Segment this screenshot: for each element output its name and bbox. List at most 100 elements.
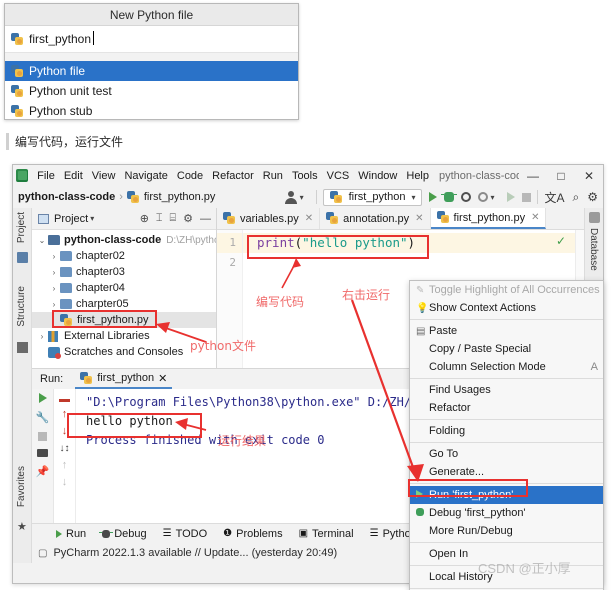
tab-annotation-py[interactable]: annotation.py ✕ (320, 208, 431, 229)
tab-first-python-py[interactable]: first_python.py ✕ (430, 208, 547, 229)
menu-item-code[interactable]: Code (177, 170, 203, 182)
close-icon[interactable]: ✕ (415, 213, 423, 224)
tree-row-charpter05[interactable]: › charpter05 (32, 296, 216, 312)
menu-item-run[interactable]: Run (263, 170, 283, 182)
status-tool-terminal[interactable]: ▣ Terminal (299, 528, 354, 540)
up-arrow-icon[interactable]: ↑ (62, 409, 68, 420)
run-tab-first-python[interactable]: first_python ✕ (75, 369, 173, 389)
chevron-right-icon[interactable]: › (48, 284, 60, 293)
chevron-down-icon[interactable]: ▾ (90, 214, 94, 223)
code-line-2[interactable] (243, 253, 584, 273)
run-config-label: first_python (348, 191, 406, 203)
scroll-end-icon[interactable]: ↓↕ (60, 444, 70, 454)
breadcrumb-file[interactable]: first_python.py (144, 191, 216, 203)
minimize-button[interactable]: — (519, 169, 547, 183)
menu-item-column-selection-mode[interactable]: Column Selection Mode A (410, 358, 603, 376)
menu-item-window[interactable]: Window (358, 170, 397, 182)
close-icon[interactable]: ✕ (531, 212, 539, 223)
status-tool-problems[interactable]: ❶ Problems (223, 528, 282, 540)
menu-item-show-context-actions[interactable]: 💡 Show Context Actions (410, 299, 603, 317)
close-icon[interactable]: ✕ (305, 213, 313, 224)
chevron-right-icon[interactable]: › (48, 268, 60, 277)
profile-button[interactable] (478, 192, 489, 202)
run-with-coverage-button[interactable] (461, 192, 472, 202)
new-file-type-python-stub[interactable]: Python stub (5, 101, 298, 121)
menu-item-run-first-python[interactable]: Run 'first_python' (410, 486, 603, 504)
sidebar-item-database[interactable]: Database (588, 228, 599, 271)
coverage-icon (461, 192, 472, 202)
section-caption: 编写代码，运行文件 (6, 133, 123, 150)
tree-row-chapter03[interactable]: › chapter03 (32, 264, 216, 280)
account-icon[interactable] (284, 190, 298, 204)
menu-item-more-run-debug[interactable]: More Run/Debug (410, 522, 603, 540)
menu-item-shortcut: A (590, 361, 598, 373)
menu-item-folding[interactable]: Folding (410, 422, 603, 440)
menu-item-copy-paste-special[interactable]: Copy / Paste Special (410, 340, 603, 358)
gear-icon[interactable]: ⚙ (183, 212, 193, 225)
tree-row-chapter02[interactable]: › chapter02 (32, 248, 216, 264)
rerun-icon[interactable] (38, 393, 47, 403)
tree-row-project-root[interactable]: ⌄ python-class-code D:\ZH\pythor (32, 232, 216, 248)
menu-item-file[interactable]: File (37, 170, 55, 182)
run-panel-label: Run: (40, 373, 64, 385)
new-file-type-python-unit-test[interactable]: Python unit test (5, 81, 298, 101)
search-icon[interactable]: ⌕ (573, 190, 580, 205)
hide-icon[interactable]: — (200, 213, 211, 225)
chevron-right-icon[interactable]: › (36, 332, 48, 341)
line-number: 2 (229, 256, 236, 269)
breadcrumb-project[interactable]: python-class-code (18, 191, 115, 203)
menu-item-edit[interactable]: Edit (64, 170, 83, 182)
menu-item-refactor[interactable]: Refactor (410, 399, 603, 417)
menu-item-generate[interactable]: Generate... (410, 463, 603, 481)
wrench-icon[interactable]: 🔧 (36, 411, 50, 424)
stop-icon[interactable] (38, 432, 47, 441)
menu-item-help[interactable]: Help (406, 170, 429, 182)
menu-item-navigate[interactable]: Navigate (124, 170, 167, 182)
status-tool-todo[interactable]: ☰ TODO (163, 528, 208, 540)
new-file-type-python-file[interactable]: Python file (5, 61, 298, 81)
menu-item-tools[interactable]: Tools (292, 170, 318, 182)
menu-item-debug-first-python[interactable]: Debug 'first_python' (410, 504, 603, 522)
close-button[interactable]: ✕ (575, 169, 603, 183)
menu-item-find-usages[interactable]: Find Usages (410, 381, 603, 399)
status-tool-run[interactable]: Run (56, 528, 86, 540)
run-configuration-selector[interactable]: first_python ▾ (322, 188, 423, 206)
run-button[interactable] (429, 192, 438, 202)
tree-row-first-python-py[interactable]: first_python.py (32, 312, 216, 328)
status-tool-debug[interactable]: Debug (99, 528, 147, 540)
console-icon[interactable] (37, 449, 48, 457)
chevron-right-icon[interactable]: › (48, 300, 60, 309)
sidebar-item-project[interactable]: Project (16, 212, 27, 243)
translate-icon[interactable]: 文A (544, 189, 564, 206)
navigation-bar: python-class-code › first_python.py ▾ fi… (13, 186, 603, 208)
menu-item-go-to[interactable]: Go To (410, 445, 603, 463)
tree-row-chapter04[interactable]: › chapter04 (32, 280, 216, 296)
code-line-1[interactable]: print("hello python") (243, 233, 584, 253)
close-icon[interactable]: ✕ (158, 372, 167, 385)
menu-item-paste[interactable]: ▤ Paste (410, 322, 603, 340)
sidebar-item-structure[interactable]: Structure (16, 286, 27, 327)
chevron-down-icon[interactable]: ▾ (300, 193, 304, 202)
maximize-button[interactable]: □ (547, 169, 575, 183)
chevron-down-icon[interactable]: ⌄ (36, 236, 48, 245)
pin-icon[interactable]: 📌 (36, 465, 50, 478)
expand-all-icon[interactable]: ⌶ (156, 212, 163, 225)
tab-variables-py[interactable]: variables.py ✕ (217, 208, 321, 229)
soft-wrap-icon[interactable] (59, 393, 70, 402)
down-arrow-icon[interactable]: ↓ (62, 426, 68, 437)
menu-item-label: More Run/Debug (429, 525, 513, 537)
menu-item-view[interactable]: View (92, 170, 116, 182)
chevron-down-icon[interactable]: ▾ (490, 193, 494, 202)
menu-item-refactor[interactable]: Refactor (212, 170, 254, 182)
debug-button[interactable] (441, 192, 458, 202)
locate-icon[interactable]: ⊕ (140, 212, 149, 225)
tree-row-scratches-and-consoles[interactable]: Scratches and Consoles (32, 344, 216, 360)
chevron-right-icon[interactable]: › (48, 252, 60, 261)
menu-item-vcs[interactable]: VCS (327, 170, 350, 182)
collapse-all-icon[interactable]: ⌸ (170, 212, 177, 225)
gear-icon[interactable]: ⚙ (587, 190, 598, 204)
sidebar-item-favorites[interactable]: Favorites (16, 466, 27, 507)
file-name-input[interactable]: first_python (5, 26, 298, 53)
tree-row-external-libraries[interactable]: › External Libraries (32, 328, 216, 344)
python-icon (80, 371, 93, 385)
